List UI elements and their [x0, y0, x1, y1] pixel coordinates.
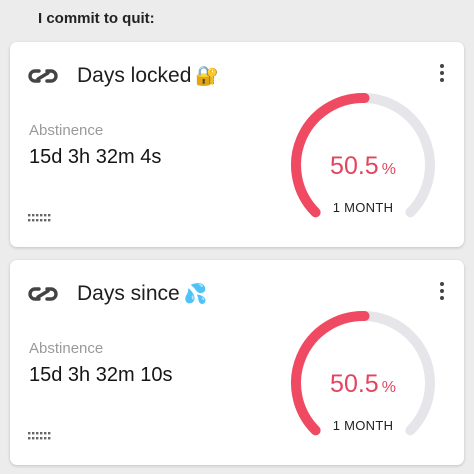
- card-title-text: Days locked: [77, 64, 192, 87]
- progress-gauge: 50.5% 1 MONTH: [290, 92, 436, 238]
- progress-percent: 50.5%: [290, 152, 436, 181]
- percent-unit: %: [381, 161, 396, 178]
- infinity-link-icon: [28, 287, 58, 301]
- section-title: I commit to quit:: [38, 10, 155, 27]
- progress-percent: 50.5%: [290, 370, 436, 399]
- progress-gauge: 50.5% 1 MONTH: [290, 310, 436, 456]
- percent-value: 50.5: [330, 370, 379, 398]
- abstinence-label: Abstinence: [29, 122, 104, 139]
- drag-handle-icon[interactable]: [28, 432, 52, 442]
- lock-emoji-icon: 🔐: [195, 66, 220, 87]
- more-options-icon[interactable]: [437, 282, 447, 306]
- abstinence-duration: 15d 3h 32m 10s: [29, 364, 173, 386]
- card-title-text: Days since: [77, 282, 180, 305]
- more-options-icon[interactable]: [437, 64, 447, 88]
- percent-value: 50.5: [330, 152, 379, 180]
- abstinence-duration: 15d 3h 32m 4s: [29, 146, 162, 168]
- card-title: Days since 💦: [77, 282, 207, 306]
- droplets-emoji-icon: 💦: [183, 284, 208, 305]
- card-title: Days locked 🔐: [77, 64, 219, 88]
- goal-period: 1 MONTH: [332, 418, 394, 433]
- drag-handle-icon[interactable]: [28, 214, 52, 224]
- abstinence-label: Abstinence: [29, 340, 104, 357]
- goal-period: 1 MONTH: [332, 200, 394, 215]
- percent-unit: %: [381, 379, 396, 396]
- infinity-link-icon: [28, 69, 58, 83]
- habit-card[interactable]: Days locked 🔐 Abstinence 15d 3h 32m 4s 50…: [10, 42, 464, 247]
- habit-card[interactable]: Days since 💦 Abstinence 15d 3h 32m 10s 50…: [10, 260, 464, 465]
